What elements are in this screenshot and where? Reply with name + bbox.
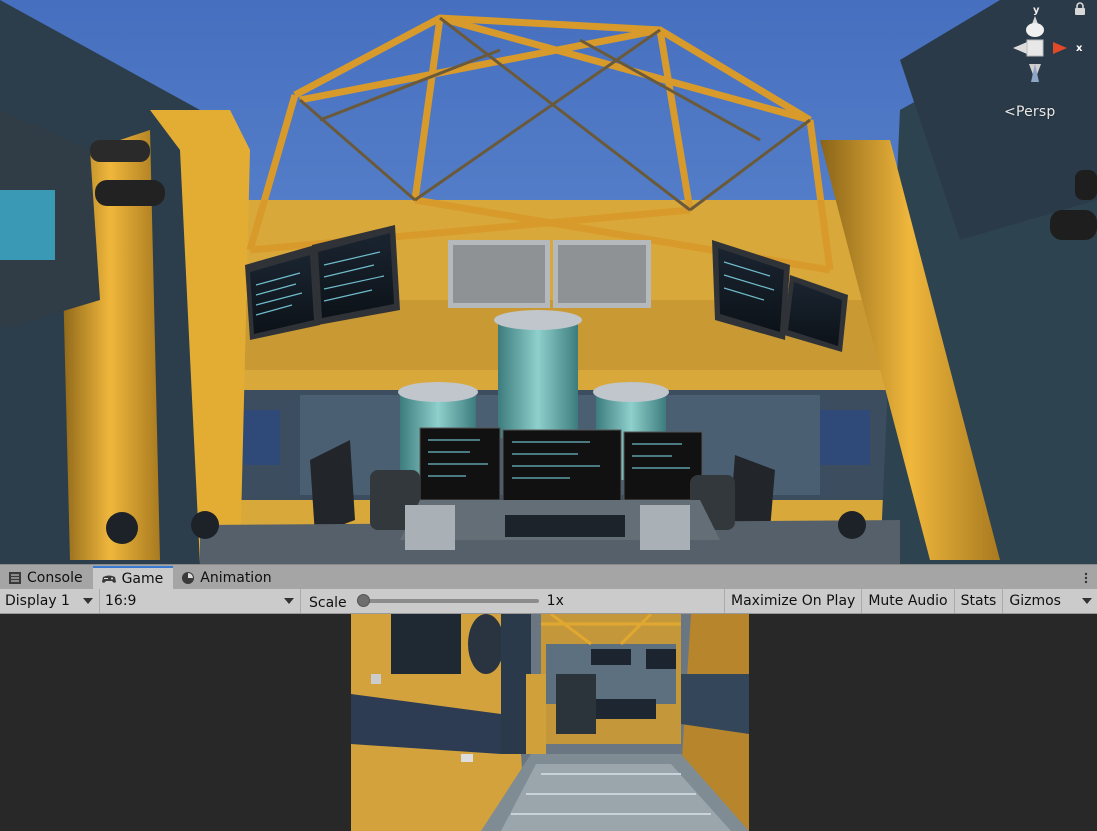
- scene-view[interactable]: y x <Persp: [0, 0, 1097, 564]
- dropdown-caret-icon: [83, 598, 93, 604]
- lock-icon[interactable]: [1074, 2, 1086, 16]
- scale-slider-knob[interactable]: [356, 594, 370, 607]
- gamepad-icon: [101, 575, 116, 583]
- orientation-gizmo[interactable]: [995, 4, 1085, 94]
- back-arrow-icon: <: [1004, 104, 1016, 120]
- tab-console-label: Console: [27, 569, 83, 586]
- tab-game[interactable]: Game: [92, 566, 174, 589]
- tab-game-label: Game: [121, 570, 164, 587]
- gizmo-x-label: x: [1076, 43, 1083, 54]
- editor-tab-bar: Console Game Animation: [0, 564, 1097, 589]
- tab-console[interactable]: Console: [0, 566, 93, 589]
- aspect-dropdown[interactable]: 16:9: [100, 589, 301, 613]
- scale-label: Scale: [309, 594, 347, 611]
- scale-value: 1x: [546, 593, 564, 609]
- maximize-on-play-toggle[interactable]: Maximize On Play: [725, 589, 863, 613]
- dropdown-caret-icon: [284, 598, 294, 604]
- scene-render: [0, 0, 1097, 564]
- console-icon: [9, 571, 21, 584]
- game-view-toolbar: Display 1 16:9 Scale 1x Maximize On Play…: [0, 589, 1097, 614]
- dropdown-caret-icon: [1082, 598, 1092, 604]
- gizmo-y-label: y: [1033, 5, 1040, 16]
- scale-control: Scale 1x: [301, 589, 725, 613]
- display-dropdown[interactable]: Display 1: [0, 589, 100, 613]
- mute-audio-toggle[interactable]: Mute Audio: [862, 589, 955, 613]
- gizmos-toggle[interactable]: Gizmos: [1003, 589, 1067, 613]
- gizmos-dropdown[interactable]: [1077, 589, 1097, 613]
- tab-animation[interactable]: Animation: [173, 566, 281, 589]
- game-render: [351, 614, 749, 831]
- projection-toggle[interactable]: <Persp: [1004, 104, 1055, 120]
- aspect-dropdown-value: 16:9: [105, 593, 137, 609]
- display-dropdown-value: Display 1: [5, 593, 70, 609]
- scale-slider[interactable]: [356, 594, 539, 607]
- maximize-on-play-label: Maximize On Play: [731, 593, 856, 609]
- stats-toggle[interactable]: Stats: [955, 589, 1004, 613]
- gizmos-label: Gizmos: [1009, 593, 1061, 609]
- tab-options-menu[interactable]: [1075, 566, 1097, 589]
- game-view[interactable]: [0, 614, 1097, 831]
- kebab-menu-icon: [1084, 572, 1088, 583]
- mute-audio-label: Mute Audio: [868, 593, 948, 609]
- projection-label: Persp: [1015, 104, 1056, 120]
- stats-label: Stats: [960, 593, 997, 609]
- animation-clock-icon: [182, 571, 195, 584]
- tab-animation-label: Animation: [200, 569, 272, 586]
